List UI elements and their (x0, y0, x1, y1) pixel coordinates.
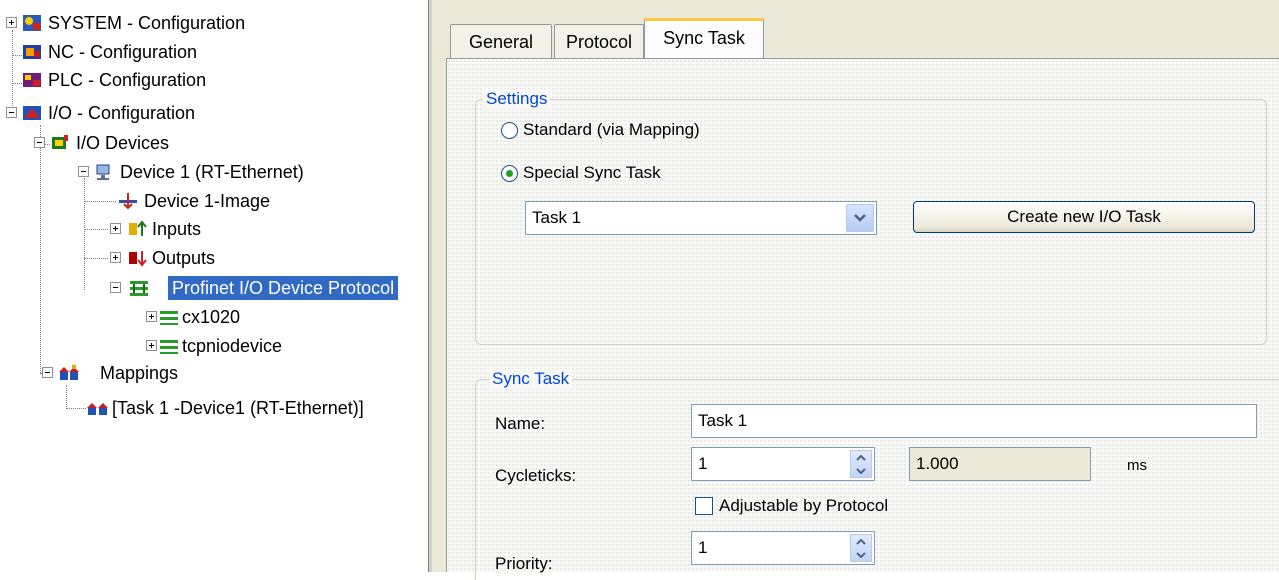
create-new-io-task-button[interactable]: Create new I/O Task (913, 201, 1255, 233)
tree-item-label: Outputs (152, 248, 216, 268)
properties-pane: General Protocol Sync Task Settings Stan… (432, 0, 1279, 580)
collapse-icon[interactable] (78, 166, 89, 177)
profinet-device-icon (158, 308, 178, 326)
special-sync-task-radio[interactable] (501, 165, 518, 182)
tree-item-label: Profinet I/O Device Protocol (168, 276, 399, 300)
tab-sync-task[interactable]: Sync Task (644, 18, 764, 58)
expand-icon[interactable] (146, 340, 157, 351)
cycleticks-value: 1 (698, 454, 708, 473)
plc-config-icon (22, 71, 42, 89)
tree-item-label: Mappings (100, 363, 179, 383)
tree-item-mappings[interactable]: Mappings (0, 361, 428, 385)
tab-protocol[interactable]: Protocol (554, 24, 644, 58)
tree-item-label: SYSTEM - Configuration (48, 13, 246, 33)
tree-item-profinet-protocol[interactable]: Profinet I/O Device Protocol (0, 276, 428, 300)
collapse-icon[interactable] (42, 367, 53, 378)
tree-item-label: Inputs (152, 219, 202, 239)
standard-radio[interactable] (501, 122, 518, 139)
tree-item-io-devices[interactable]: I/O Devices (0, 131, 428, 155)
tree-item-inputs[interactable]: Inputs (0, 217, 428, 241)
network-device-icon (94, 163, 114, 181)
io-devices-icon (50, 134, 70, 152)
expand-icon[interactable] (110, 252, 121, 263)
cycle-time-field: 1.000 (909, 447, 1091, 481)
tree-item-label: I/O - Configuration (48, 103, 196, 123)
standard-radio-label[interactable]: Standard (via Mapping) (523, 119, 700, 141)
name-input-value: Task 1 (698, 411, 748, 430)
tree-item-device-1-image[interactable]: Device 1-Image (0, 189, 428, 213)
tree-item-device-1[interactable]: Device 1 (RT-Ethernet) (0, 160, 428, 184)
spin-buttons[interactable] (850, 450, 872, 478)
chevron-down-icon[interactable] (846, 204, 874, 232)
radio-selected-dot (506, 170, 513, 177)
outputs-icon (128, 249, 148, 267)
tree-item-nc-configuration[interactable]: NC - Configuration (0, 40, 428, 64)
adjustable-by-protocol-label[interactable]: Adjustable by Protocol (719, 495, 888, 517)
nc-config-icon (22, 43, 42, 61)
spin-up-icon[interactable] (851, 451, 871, 464)
tree-item-cx1020[interactable]: cx1020 (0, 305, 428, 329)
profinet-device-icon (158, 337, 178, 355)
tree-item-tcpniodevice[interactable]: tcpniodevice (0, 334, 428, 358)
device-image-icon (118, 192, 138, 210)
tree-item-label: NC - Configuration (48, 42, 198, 62)
priority-stepper[interactable]: 1 (691, 531, 875, 565)
config-tree: SYSTEM - Configuration NC - Configuratio… (0, 0, 428, 572)
special-radio-label[interactable]: Special Sync Task (523, 162, 661, 184)
tree-item-label: [Task 1 -Device1 (RT-Ethernet)] (112, 398, 364, 418)
adjustable-by-protocol-checkbox[interactable] (695, 497, 713, 515)
expand-icon[interactable] (6, 17, 17, 28)
name-label: Name: (495, 414, 546, 433)
cycleticks-stepper[interactable]: 1 (691, 447, 875, 481)
expand-icon[interactable] (146, 311, 157, 322)
tab-general[interactable]: General (450, 24, 552, 58)
tree-item-label: PLC - Configuration (48, 70, 207, 90)
cycleticks-label: Cycleticks: (495, 466, 577, 485)
spin-down-icon[interactable] (851, 548, 871, 561)
collapse-icon[interactable] (34, 137, 45, 148)
tree-item-label: Device 1 (RT-Ethernet) (120, 162, 304, 182)
tree-item-label: tcpniodevice (182, 336, 283, 356)
spin-down-icon[interactable] (851, 464, 871, 477)
tab-label: Sync Task (663, 28, 745, 48)
spin-up-icon[interactable] (851, 535, 871, 548)
io-config-icon (22, 104, 42, 122)
button-label: Create new I/O Task (1007, 207, 1161, 226)
tree-item-io-configuration[interactable]: I/O - Configuration (0, 101, 428, 125)
name-input[interactable]: Task 1 (691, 404, 1257, 438)
spin-buttons[interactable] (850, 534, 872, 562)
collapse-icon[interactable] (110, 282, 121, 293)
cycle-time-value: 1.000 (916, 454, 959, 473)
mappings-icon (58, 364, 79, 382)
tree-item-plc-configuration[interactable]: PLC - Configuration (0, 68, 428, 92)
sync-task-group-title: Sync Task (489, 369, 573, 389)
priority-value: 1 (698, 538, 708, 557)
tab-panel-sync-task: Settings Standard (via Mapping) Special … (446, 58, 1279, 580)
profinet-protocol-icon (128, 279, 148, 297)
tree-item-label: Device 1-Image (144, 191, 271, 211)
task-select-value: Task 1 (532, 208, 582, 227)
cycle-time-unit: ms (1127, 457, 1147, 474)
expand-icon[interactable] (110, 223, 121, 234)
tree-item-task-1-mapping[interactable]: [Task 1 -Device1 (RT-Ethernet)] (0, 396, 428, 420)
tree-item-system-configuration[interactable]: SYSTEM - Configuration (0, 11, 428, 35)
collapse-icon[interactable] (6, 107, 17, 118)
mapping-entry-icon (86, 399, 108, 417)
tree-item-label: I/O Devices (76, 133, 170, 153)
inputs-icon (128, 220, 148, 238)
tab-label: Protocol (565, 32, 633, 52)
tree-item-outputs[interactable]: Outputs (0, 246, 428, 270)
task-select[interactable]: Task 1 (525, 201, 877, 235)
system-config-icon (22, 14, 42, 32)
tab-label: General (468, 32, 534, 52)
settings-group-title: Settings (483, 89, 551, 109)
tree-item-label: cx1020 (182, 307, 241, 327)
